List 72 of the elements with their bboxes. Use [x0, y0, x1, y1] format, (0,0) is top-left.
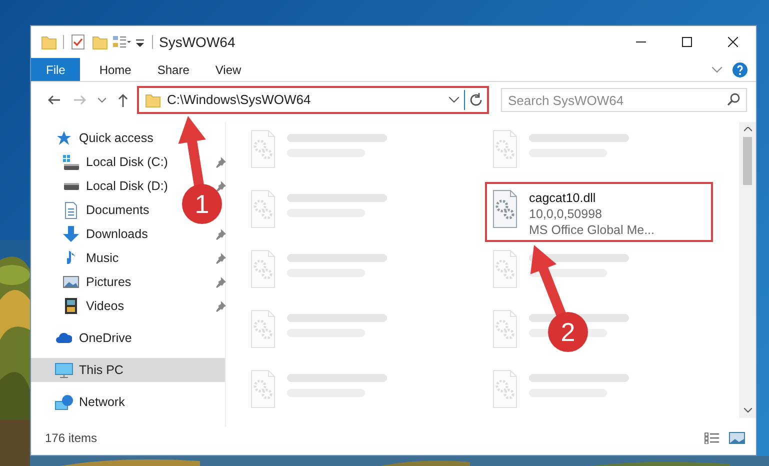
- drive-icon: [64, 182, 78, 190]
- sidebar-item[interactable]: Pictures: [31, 270, 181, 294]
- thumbnail-view-button[interactable]: [726, 429, 748, 447]
- file-gear-icon: [493, 130, 517, 168]
- search-icon: [727, 93, 740, 106]
- picture-icon: [63, 276, 79, 288]
- chevron-down-icon: [712, 66, 722, 72]
- folder-icon: [92, 34, 108, 50]
- file-detail: 10,0,0,50998: [529, 206, 603, 222]
- file-gear-icon: [251, 310, 275, 348]
- file-item[interactable]: cagcat10.dll 10,0,0,50998 MS Office Global Me...: [485, 182, 713, 242]
- file-gear-icon: [493, 310, 517, 348]
- file-gear-icon: [493, 190, 517, 228]
- close-icon: [728, 37, 738, 47]
- file-gear-icon: [493, 370, 517, 408]
- scrollbar-thumb[interactable]: [743, 137, 752, 185]
- file-gear-icon: [493, 250, 517, 288]
- scroll-up-icon: [744, 127, 752, 132]
- film-icon: [65, 298, 77, 314]
- properties-icon: [112, 34, 132, 50]
- file-gear-icon: [251, 250, 275, 288]
- file-name: cagcat10.dll: [529, 190, 597, 206]
- monitor-icon: [55, 362, 73, 378]
- download-arrow-icon: [63, 226, 79, 242]
- cloud-icon: [56, 333, 72, 343]
- sidebar-item[interactable]: Music: [31, 246, 181, 270]
- chevron-down-icon: [98, 98, 106, 102]
- sidebar-item[interactable]: Downloads: [31, 222, 181, 246]
- help-icon: [732, 62, 748, 78]
- star-icon: [56, 130, 72, 146]
- callout-arrow: [178, 116, 206, 187]
- thumbnail-view-icon: [729, 432, 745, 444]
- file-gear-icon: [251, 130, 275, 168]
- chevron-down-icon: [449, 97, 459, 103]
- network-icon: [55, 394, 73, 410]
- scrollbar[interactable]: [739, 122, 756, 418]
- sidebar-item[interactable]: OneDrive: [31, 326, 181, 350]
- sidebar-item[interactable]: Network: [31, 390, 181, 414]
- refresh-icon: [469, 93, 483, 107]
- ribbon-tab[interactable]: Share: [144, 58, 202, 81]
- drive-icon: [63, 154, 79, 170]
- callout-circle: [548, 312, 588, 352]
- file-detail: MS Office Global Me...: [529, 222, 655, 238]
- scroll-down-icon: [744, 408, 752, 413]
- address-path: C:\Windows\SysWOW64: [167, 91, 312, 110]
- ribbon-tab[interactable]: Home: [86, 58, 144, 81]
- file-gear-icon: [251, 190, 275, 228]
- folder-icon: [41, 34, 57, 50]
- checklist-icon: [70, 34, 86, 50]
- search-field[interactable]: Search SysWOW64: [501, 88, 747, 112]
- sidebar-item[interactable]: Local Disk (D:): [31, 174, 181, 198]
- sidebar-item[interactable]: Local Disk (C:): [31, 150, 181, 174]
- step-number: 1: [194, 189, 210, 219]
- music-note-icon: [66, 250, 76, 266]
- minimize-icon: [636, 41, 646, 43]
- address-bar[interactable]: C:\Windows\SysWOW64: [137, 86, 489, 114]
- ribbon-tab[interactable]: File: [31, 58, 80, 81]
- details-view-icon: [704, 432, 720, 444]
- sidebar-item[interactable]: Quick access: [31, 126, 181, 150]
- maximize-icon: [682, 37, 692, 47]
- window-title: SysWOW64: [159, 32, 236, 52]
- sidebar-item[interactable]: Documents: [31, 198, 181, 222]
- up-arrow-icon: [118, 94, 128, 106]
- sidebar-item[interactable]: This PC: [31, 358, 225, 382]
- document-icon: [65, 202, 77, 218]
- file-gear-icon: [251, 370, 275, 408]
- ribbon-tab[interactable]: View: [202, 58, 254, 81]
- sidebar-item[interactable]: Videos: [31, 294, 181, 318]
- callout-circle: [182, 184, 222, 224]
- status-text: 176 items: [45, 430, 98, 447]
- folder-icon: [145, 92, 161, 108]
- step-number: 2: [560, 317, 576, 347]
